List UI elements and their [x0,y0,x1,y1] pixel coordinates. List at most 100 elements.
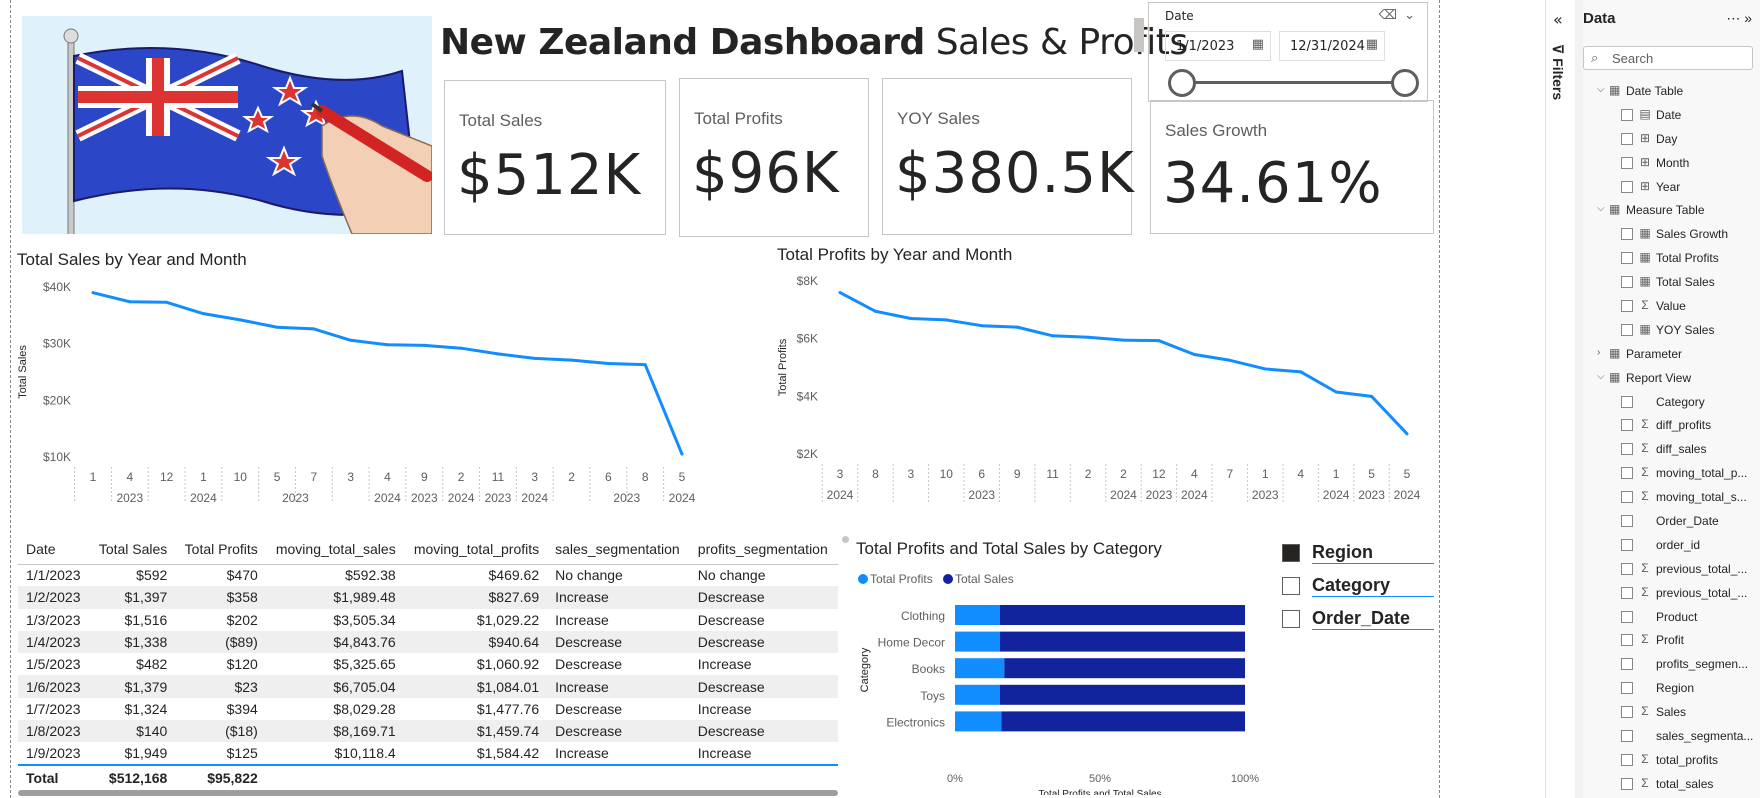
date-slider-start-handle[interactable] [1168,69,1196,97]
table-row[interactable]: 1/4/2023 $1,338 ($89) $4,843.76 $940.64 Descr… [18,630,838,654]
tree-field-node[interactable]: sales_segmenta... [1583,725,1760,749]
tree-field-node[interactable]: order_id [1583,534,1760,558]
field-checkbox[interactable] [1621,730,1633,743]
field-checkbox[interactable] [1621,658,1633,671]
table-row[interactable]: 1/7/2023 $1,324 $394 $8,029.28 $1,477.76 Desc… [18,698,838,720]
eraser-icon[interactable]: ⌫ [1379,8,1397,23]
field-checkbox[interactable] [1621,276,1633,289]
visual-scrollbar[interactable] [1134,18,1144,52]
field-option-order-date[interactable]: Order_Date [1282,608,1434,630]
kpi-card-sales-growth[interactable]: Sales Growth 34.61% [1150,100,1434,234]
table-scroll-dot[interactable] [842,536,849,543]
tree-field-node[interactable]: Σ Sales [1583,701,1760,725]
column-header[interactable]: profits_segmentation [690,534,838,564]
field-checkbox[interactable] [1621,252,1633,265]
table-row[interactable]: 1/8/2023 $140 ($18) $8,169.71 $1,459.74 Descr… [18,720,838,743]
field-checkbox[interactable] [1621,467,1633,480]
field-checkbox[interactable] [1621,706,1633,719]
tree-table-node[interactable]: ⌵ ▦ Report View [1583,367,1760,391]
chevron-down-icon[interactable]: ⌵ [1597,371,1605,382]
field-checkbox[interactable] [1621,610,1633,623]
tree-field-node[interactable]: ▤ Date [1583,104,1760,128]
field-checkbox[interactable] [1621,132,1633,145]
filters-pane[interactable]: « ⊽ Filters [1545,0,1575,798]
tree-field-node[interactable]: ▦ Total Profits [1583,247,1760,271]
tree-field-node[interactable]: Σmoving_total_p... [1583,462,1760,486]
tree-field-node[interactable]: profits_segmen... [1583,653,1760,677]
tree-field-node[interactable]: Σ Value [1583,295,1760,319]
tree-field-node[interactable]: Σprevious_total_... [1583,558,1760,582]
column-header[interactable]: moving_total_sales [266,534,404,564]
tree-field-node[interactable]: ⊞ Year [1583,176,1760,200]
field-checkbox[interactable] [1621,395,1633,408]
table-row[interactable]: 1/2/2023 $1,397 $358 $1,989.48 $827.69 Increa… [18,586,838,609]
checkbox-region[interactable] [1282,544,1300,562]
tree-field-node[interactable]: Σdiff_profits [1583,414,1760,438]
field-checkbox[interactable] [1621,586,1633,599]
table-row[interactable]: 1/6/2023 $1,379 $23 $6,705.04 $1,084.01 Incre… [18,675,838,698]
field-checkbox[interactable] [1621,228,1633,241]
field-checkbox[interactable] [1621,323,1633,336]
column-header[interactable]: sales_segmentation [547,534,690,564]
column-header[interactable]: Date [18,534,90,564]
field-checkbox[interactable] [1621,419,1633,432]
date-range-slicer[interactable]: Date ⌫ ⌄ 1/1/2023 ▦ 12/31/2024 ▦ [1148,2,1428,102]
end-date-input[interactable]: 12/31/2024 ▦ [1279,31,1385,61]
field-checkbox[interactable] [1621,634,1633,647]
tree-table-node[interactable]: ⌵ ▦ Date Table [1583,80,1760,104]
tree-table-node[interactable]: ⌵ ▦ Measure Table [1583,199,1760,223]
tree-field-node[interactable]: Order_Date [1583,510,1760,534]
field-checkbox[interactable] [1621,491,1633,504]
column-header[interactable]: Total Sales [90,534,176,564]
start-date-input[interactable]: 1/1/2023 ▦ [1165,31,1271,61]
table-row[interactable]: 1/1/2023 $592 $470 $592.38 $469.62 No change N… [18,564,838,586]
tree-field-node[interactable]: ▦ YOY Sales [1583,319,1760,343]
tree-field-node[interactable]: Σtotal_profits [1583,749,1760,773]
column-header[interactable]: Total Profits [175,534,265,564]
table-row[interactable]: 1/3/2023 $1,516 $202 $3,505.34 $1,029.22 Incr… [18,609,838,631]
checkbox-order-date[interactable] [1282,610,1300,628]
chevron-right-icon[interactable]: › [1597,347,1600,358]
kpi-card-total-sales[interactable]: Total Sales $512K [444,80,666,235]
field-checkbox[interactable] [1621,300,1633,313]
kpi-card-yoy-sales[interactable]: YOY Sales $380.5K [882,78,1134,235]
tree-field-node[interactable]: ▦ Sales Growth [1583,223,1760,247]
tree-field-node[interactable]: Region [1583,677,1760,701]
tree-field-node[interactable]: Σtotal_sales [1583,773,1760,797]
date-slider-end-handle[interactable] [1391,69,1419,97]
collapse-pane-icon[interactable]: » [1744,10,1752,26]
calendar-icon[interactable]: ▦ [1366,37,1378,52]
field-checkbox[interactable] [1621,515,1633,528]
tree-field-node[interactable]: ▦ Total Sales [1583,271,1760,295]
kpi-card-total-profits[interactable]: Total Profits $96K [679,78,869,237]
chevron-down-icon[interactable]: ⌵ [1597,84,1605,95]
field-checkbox[interactable] [1621,180,1633,193]
table-row[interactable]: 1/5/2023 $482 $120 $5,325.65 $1,060.92 Descre… [18,653,838,675]
sales-line-chart[interactable]: $40K $30K $20K $10K Total Sales 1 4 12 1 10 5 7 3 4 9 2… [14,272,774,502]
field-option-category[interactable]: Category [1282,575,1434,597]
field-checkbox[interactable] [1621,443,1633,456]
category-stacked-bar-chart[interactable]: Total Profits Total Sales Category Clothing… [850,565,1280,795]
calendar-icon[interactable]: ▦ [1252,37,1264,52]
tree-field-node[interactable]: ⊞ Month [1583,152,1760,176]
field-checkbox[interactable] [1621,682,1633,695]
date-slider-track[interactable] [1182,81,1406,84]
more-options-icon[interactable]: ⋯ [1726,10,1740,26]
tree-field-node[interactable]: Category [1583,391,1760,415]
filters-label[interactable]: ⊽ Filters [1550,44,1566,100]
expand-filters-icon[interactable]: « [1553,10,1563,29]
tree-field-node[interactable]: Σdiff_sales [1583,438,1760,462]
column-header[interactable]: moving_total_profits [404,534,547,564]
table-horizontal-scrollbar[interactable] [18,790,838,796]
tree-field-node[interactable]: Σmoving_total_s... [1583,486,1760,510]
chevron-down-icon[interactable]: ⌵ [1597,203,1605,214]
table-row[interactable]: 1/9/2023 $1,949 $125 $10,118.4 $1,584.42 Incr… [18,742,838,764]
chevron-down-icon[interactable]: ⌄ [1404,8,1415,23]
data-search-input[interactable]: ⌕ Search [1583,46,1753,70]
field-checkbox[interactable] [1621,562,1633,575]
profits-line-chart[interactable]: $8K$6K$4K$2KTotal Profits3 8 3 10 6 9 11 2 2 12 4 7… [774,268,1440,502]
field-checkbox[interactable] [1621,538,1633,551]
tree-field-node[interactable]: Σ Profit [1583,629,1760,653]
field-checkbox[interactable] [1621,108,1633,121]
tree-field-node[interactable]: ⊞ Day [1583,128,1760,152]
